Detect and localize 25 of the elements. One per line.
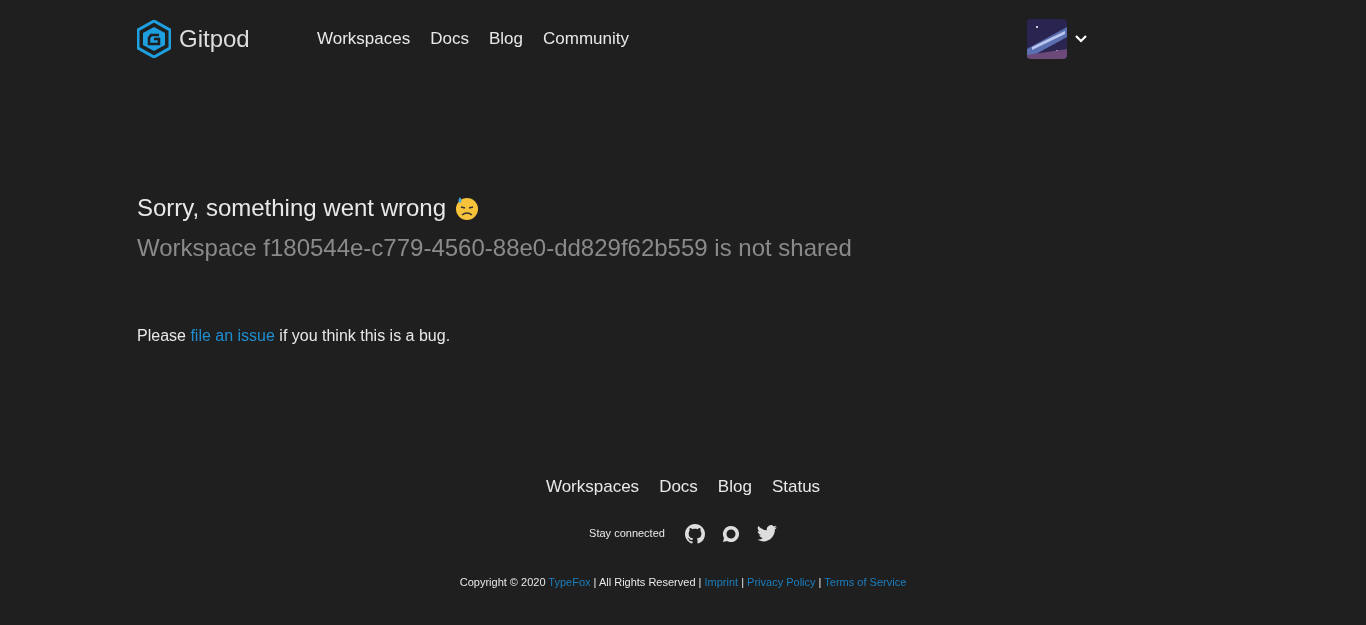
error-title: Sorry, something went wrong (137, 193, 447, 223)
sad-face-icon (454, 195, 481, 221)
copyright-text: Copyright © 2020 TypeFox | All Rights Reserved | Imprint | Privacy Policy | Terms of Service (459, 574, 907, 590)
logo-icon (137, 20, 171, 58)
chevron-down-icon[interactable] (1075, 35, 1087, 43)
help-text: Please file an issue if you think this is a bug. (137, 326, 452, 346)
footer-link[interactable]: Blog (717, 474, 752, 500)
footer-link[interactable]: Workspaces (545, 474, 640, 500)
logo-text[interactable]: Gitpod (179, 21, 250, 57)
twitter-icon[interactable] (756, 525, 777, 542)
link[interactable]: Terms of Service (824, 575, 907, 588)
github-icon[interactable] (684, 523, 705, 544)
footer-link[interactable]: Docs (659, 474, 698, 500)
footer-link[interactable]: Status (771, 474, 821, 500)
link[interactable]: Privacy Policy (747, 575, 816, 588)
nav-link[interactable]: Workspaces (317, 26, 411, 52)
nav-link[interactable]: Community (543, 26, 629, 52)
link[interactable]: Imprint (704, 575, 739, 588)
social-label: Stay connected (589, 526, 665, 542)
nav-link[interactable]: Blog (488, 26, 523, 52)
error-message: Workspace f180544e-c779-4560-88e0-dd829f62b559 is not shared (137, 233, 853, 263)
nav-link[interactable]: Docs (430, 26, 469, 52)
link[interactable]: TypeFox (548, 575, 591, 588)
link[interactable]: file an issue (190, 327, 275, 344)
chat-bubble-icon[interactable] (720, 523, 741, 544)
